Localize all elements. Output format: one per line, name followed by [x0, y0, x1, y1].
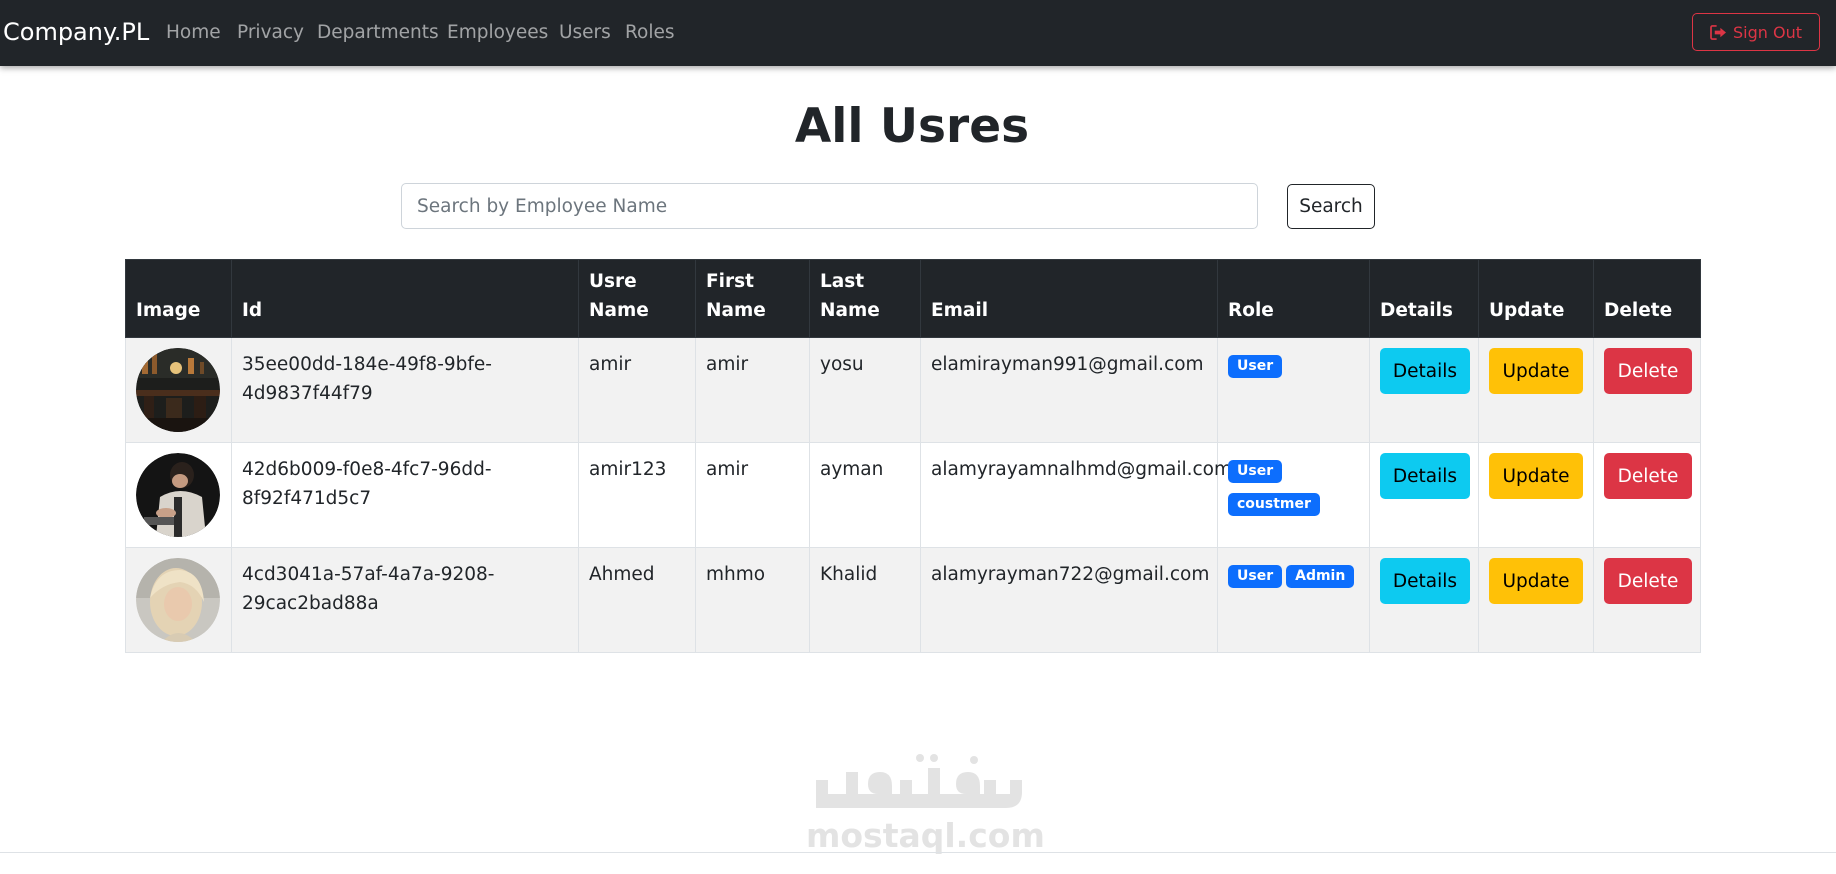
nav-link-users[interactable]: Users — [559, 22, 611, 43]
last-name: yosu — [809, 337, 921, 443]
header-update: Update — [1478, 259, 1594, 338]
update-button[interactable]: Update — [1489, 558, 1583, 604]
footer-divider — [0, 852, 1836, 853]
role-badge-user: User — [1228, 565, 1283, 588]
first-name: amir — [695, 337, 810, 443]
user-name: Ahmed — [578, 547, 696, 653]
header-image: Image — [125, 259, 232, 338]
sign-out-label: Sign Out — [1733, 22, 1802, 42]
delete-cell: Delete — [1593, 547, 1701, 653]
user-name: amir — [578, 337, 696, 443]
details-button[interactable]: Details — [1380, 558, 1470, 604]
header-details: Details — [1369, 259, 1479, 338]
role-cell: User Admin — [1217, 547, 1370, 653]
role-badge-admin: Admin — [1286, 565, 1355, 588]
role-cell: User — [1217, 337, 1370, 443]
user-id: 42d6b009-f0e8-4fc7-96dd-8f92f471d5c7 — [231, 442, 579, 548]
first-name: amir — [695, 442, 810, 548]
role-cell: User coustmer — [1217, 442, 1370, 548]
nav-link-roles[interactable]: Roles — [625, 22, 675, 43]
delete-button[interactable]: Delete — [1604, 348, 1692, 394]
details-button[interactable]: Details — [1380, 348, 1470, 394]
user-id: 35ee00dd-184e-49f8-9bfe-4d9837f44f79 — [231, 337, 579, 443]
table-row: 35ee00dd-184e-49f8-9bfe-4d9837f44f79 ami… — [125, 337, 1701, 443]
role-badge-coustmer: coustmer — [1228, 493, 1320, 516]
details-cell: Details — [1369, 547, 1479, 653]
search-input[interactable] — [401, 183, 1258, 229]
header-email: Email — [920, 259, 1218, 338]
details-button[interactable]: Details — [1380, 453, 1470, 499]
table-row: 4cd3041a-57af-4a7a-9208-29cac2bad88a Ahm… — [125, 547, 1701, 653]
details-cell: Details — [1369, 442, 1479, 548]
brand-link[interactable]: Company.PL — [3, 18, 149, 46]
search-button[interactable]: Search — [1287, 184, 1375, 229]
user-id: 4cd3041a-57af-4a7a-9208-29cac2bad88a — [231, 547, 579, 653]
header-role: Role — [1217, 259, 1370, 338]
sign-out-icon — [1710, 24, 1726, 40]
header-first-name: First Name — [695, 259, 810, 338]
user-avatar — [136, 558, 220, 642]
header-delete: Delete — [1593, 259, 1701, 338]
image-cell — [125, 337, 232, 443]
nav-link-employees[interactable]: Employees — [447, 22, 548, 43]
update-cell: Update — [1478, 337, 1594, 443]
delete-cell: Delete — [1593, 337, 1701, 443]
delete-cell: Delete — [1593, 442, 1701, 548]
email: elamirayman991@gmail.com — [920, 337, 1218, 443]
first-name: mhmo — [695, 547, 810, 653]
last-name: Khalid — [809, 547, 921, 653]
delete-button[interactable]: Delete — [1604, 558, 1692, 604]
email: alamyrayman722@gmail.com — [920, 547, 1218, 653]
role-badge-user: User — [1228, 460, 1283, 483]
email: alamyrayamnalhmd@gmail.com — [920, 442, 1232, 548]
update-cell: Update — [1478, 547, 1594, 653]
table-row: 42d6b009-f0e8-4fc7-96dd-8f92f471d5c7 ami… — [125, 442, 1701, 548]
details-cell: Details — [1369, 337, 1479, 443]
nav-link-departments[interactable]: Departments — [317, 22, 439, 43]
user-name: amir123 — [578, 442, 696, 548]
nav-link-home[interactable]: Home — [166, 22, 221, 43]
users-table: Image Id Usre Name First Name Last Name … — [125, 259, 1701, 653]
last-name: ayman — [809, 442, 921, 548]
sign-out-button[interactable]: Sign Out — [1692, 13, 1820, 51]
user-avatar — [136, 453, 220, 537]
top-navbar: Company.PL Home Privacy Departments Empl… — [0, 0, 1836, 66]
delete-button[interactable]: Delete — [1604, 453, 1692, 499]
header-id: Id — [231, 259, 579, 338]
nav-link-privacy[interactable]: Privacy — [237, 22, 304, 43]
update-cell: Update — [1478, 442, 1594, 548]
mostaql-logo — [816, 754, 1022, 808]
role-badge-user: User — [1228, 355, 1283, 378]
table-header-row: Image Id Usre Name First Name Last Name … — [125, 259, 1701, 338]
header-last-name: Last Name — [809, 259, 921, 338]
user-avatar — [136, 348, 220, 432]
mostaql-watermark: mostaql.com — [806, 750, 1045, 855]
page-title: All Usres — [794, 99, 1030, 154]
header-username: Usre Name — [578, 259, 696, 338]
update-button[interactable]: Update — [1489, 348, 1583, 394]
image-cell — [125, 547, 232, 653]
update-button[interactable]: Update — [1489, 453, 1583, 499]
image-cell — [125, 442, 232, 548]
watermark-site: mostaql.com — [806, 816, 1045, 855]
